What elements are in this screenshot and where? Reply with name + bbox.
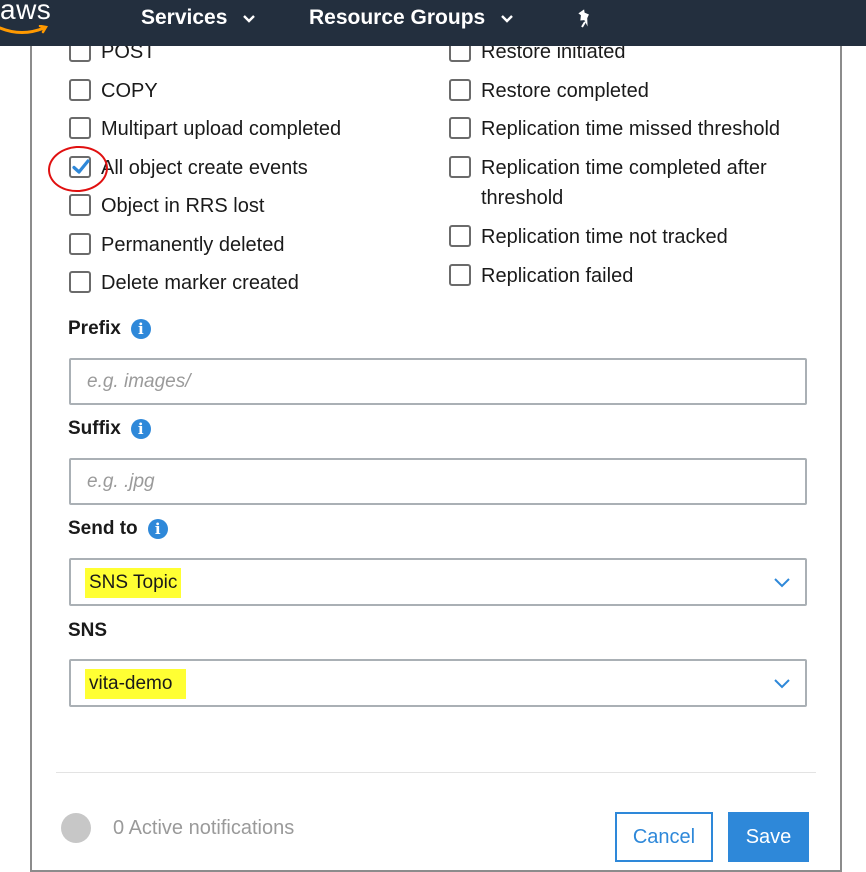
event-copy[interactable]: COPY [69, 76, 158, 106]
services-menu[interactable]: Services [141, 6, 257, 30]
suffix-label: Suffix i [68, 418, 151, 440]
suffix-label-text: Suffix [68, 418, 121, 439]
sns-topic-value: vita-demo [85, 669, 187, 699]
permanently-deleted-checkbox[interactable] [69, 233, 91, 255]
delete-marker-created-checkbox[interactable] [69, 271, 91, 293]
event-restore-completed[interactable]: Restore completed [449, 76, 649, 106]
active-notifications-count: 0 Active notifications [113, 817, 295, 839]
save-button[interactable]: Save [728, 812, 809, 862]
event-restore-completed-label: Restore completed [481, 80, 649, 102]
event-all-object-create[interactable]: All object create events [69, 153, 308, 183]
status-dot-icon [61, 813, 91, 843]
event-replication-not-tracked-label: Replication time not tracked [481, 226, 728, 248]
all-object-create-checkbox[interactable] [69, 156, 91, 178]
info-icon[interactable]: i [130, 319, 151, 339]
send-to-label-text: Send to [68, 518, 138, 539]
event-object-rrs-lost[interactable]: Object in RRS lost [69, 191, 264, 221]
divider [56, 772, 816, 773]
chevron-down-icon [501, 15, 514, 23]
send-to-value: SNS Topic [85, 568, 182, 598]
event-replication-completed-after-threshold[interactable]: Replication time completed after thresho… [449, 153, 789, 213]
suffix-input[interactable] [69, 458, 807, 505]
info-icon[interactable]: i [130, 419, 151, 439]
replication-not-tracked-checkbox[interactable] [449, 225, 471, 247]
event-replication-failed-label: Replication failed [481, 265, 634, 287]
checkmark-icon [72, 159, 90, 174]
restore-completed-checkbox[interactable] [449, 79, 471, 101]
services-label: Services [141, 6, 228, 29]
sns-label-text: SNS [68, 620, 108, 641]
resource-groups-menu[interactable]: Resource Groups [309, 6, 515, 30]
event-replication-missed-threshold[interactable]: Replication time missed threshold [449, 114, 780, 144]
prefix-input[interactable] [69, 358, 807, 405]
replication-missed-threshold-checkbox[interactable] [449, 117, 471, 139]
replication-failed-checkbox[interactable] [449, 264, 471, 286]
chevron-down-icon [774, 578, 790, 588]
pin-icon[interactable] [574, 7, 598, 31]
aws-logo[interactable]: aws [0, 0, 51, 26]
chevron-down-icon [774, 679, 790, 689]
prefix-label: Prefix i [68, 318, 151, 340]
event-copy-label: COPY [101, 80, 158, 102]
send-to-select[interactable]: SNS Topic [69, 558, 807, 606]
multipart-upload-completed-checkbox[interactable] [69, 117, 91, 139]
event-delete-marker-created[interactable]: Delete marker created [69, 268, 299, 298]
event-permanently-deleted-label: Permanently deleted [101, 234, 285, 256]
object-rrs-lost-checkbox[interactable] [69, 194, 91, 216]
send-to-label: Send to i [68, 518, 168, 540]
info-icon[interactable]: i [147, 519, 168, 539]
top-navigation-bar: aws Services Resource Groups [0, 0, 866, 46]
copy-checkbox[interactable] [69, 79, 91, 101]
event-replication-not-tracked[interactable]: Replication time not tracked [449, 222, 728, 252]
resource-groups-label: Resource Groups [309, 6, 486, 29]
sns-topic-select[interactable]: vita-demo [69, 659, 807, 707]
event-multipart-label: Multipart upload completed [101, 118, 342, 140]
event-replication-completed-label: Replication time completed after thresho… [481, 157, 767, 209]
replication-completed-after-threshold-checkbox[interactable] [449, 156, 471, 178]
event-object-rrs-lost-label: Object in RRS lost [101, 195, 265, 217]
sns-label: SNS [68, 620, 107, 642]
prefix-label-text: Prefix [68, 318, 121, 339]
event-all-object-create-label: All object create events [101, 157, 308, 179]
event-replication-failed[interactable]: Replication failed [449, 261, 633, 291]
event-replication-missed-label: Replication time missed threshold [481, 118, 781, 140]
event-multipart-upload-completed[interactable]: Multipart upload completed [69, 114, 341, 144]
event-delete-marker-label: Delete marker created [101, 272, 299, 294]
event-permanently-deleted[interactable]: Permanently deleted [69, 230, 284, 260]
cancel-button[interactable]: Cancel [615, 812, 713, 862]
chevron-down-icon [243, 15, 256, 23]
aws-smile-icon [0, 25, 48, 34]
